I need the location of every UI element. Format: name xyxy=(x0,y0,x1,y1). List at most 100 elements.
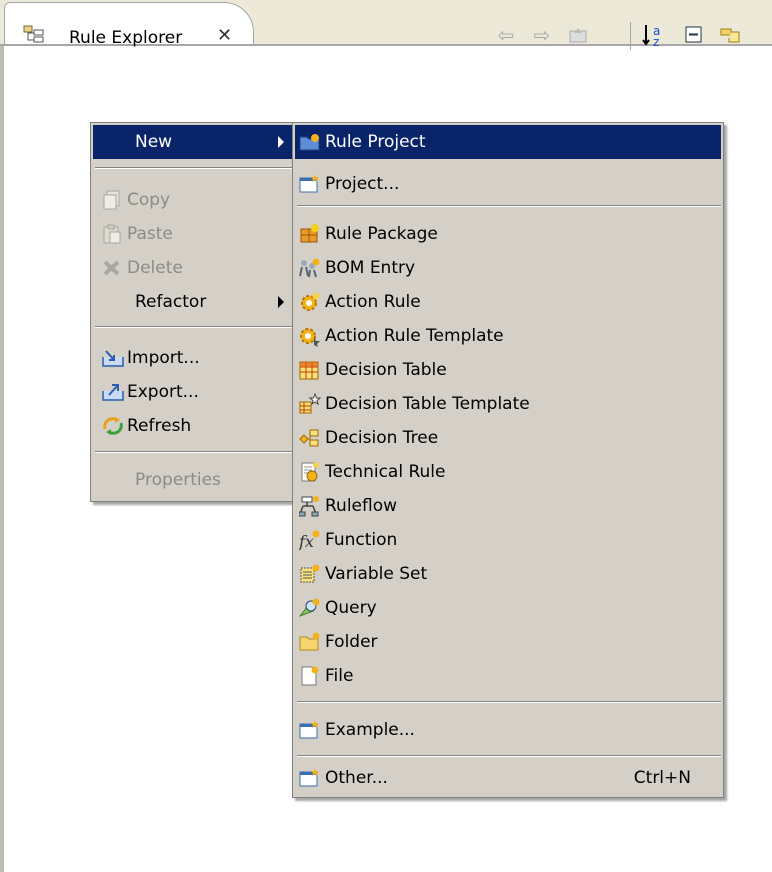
menu-item-ruleflow[interactable]: Ruleflow xyxy=(295,489,721,523)
menu-item-label: File xyxy=(325,666,354,686)
menu-item-query[interactable]: Query xyxy=(295,591,721,625)
menu-item-label: Ruleflow xyxy=(325,496,398,516)
menu-separator xyxy=(95,326,292,328)
menu-item-action-rule[interactable]: Action Rule xyxy=(295,285,721,319)
menu-item-variable-set[interactable]: Variable Set xyxy=(295,557,721,591)
other-icon xyxy=(299,767,321,789)
menu-item-project[interactable]: Project... xyxy=(295,167,721,201)
context-menu: New Copy Paste Delete Refactor Import... xyxy=(90,122,295,502)
query-icon xyxy=(298,597,321,619)
menu-item-import[interactable]: Import... xyxy=(93,341,292,375)
menu-separator xyxy=(95,451,292,453)
back-arrow-icon[interactable]: ⇦ xyxy=(492,22,520,48)
menu-item-copy[interactable]: Copy xyxy=(93,183,292,217)
menu-separator xyxy=(297,755,721,757)
menu-item-function[interactable]: fx Function xyxy=(295,523,721,557)
delete-icon xyxy=(101,257,123,279)
menu-item-new[interactable]: New xyxy=(93,125,292,159)
menu-item-other[interactable]: Other... Ctrl+N xyxy=(295,761,721,795)
menu-item-bom-entry[interactable]: BOM Entry xyxy=(295,251,721,285)
menu-item-folder[interactable]: Folder xyxy=(295,625,721,659)
tab-rule-explorer[interactable]: Rule Explorer ✕ xyxy=(4,2,254,48)
menu-item-label: Rule Project xyxy=(325,132,426,152)
menu-item-label: Example... xyxy=(325,720,415,740)
sort-az-icon[interactable]: az xyxy=(640,22,668,48)
file-icon xyxy=(299,665,321,687)
export-icon xyxy=(101,381,124,403)
menu-separator xyxy=(297,205,721,207)
paste-icon xyxy=(101,223,123,245)
action-rule-template-icon xyxy=(299,325,321,347)
menu-item-label: Query xyxy=(325,598,377,618)
function-icon: fx xyxy=(298,529,321,551)
menu-item-label: Paste xyxy=(127,224,173,244)
up-folder-icon[interactable] xyxy=(564,22,592,48)
view-left-border xyxy=(0,0,4,872)
menu-item-label: Action Rule Template xyxy=(325,326,504,346)
menu-item-label: Decision Table Template xyxy=(325,394,530,414)
menu-item-label: Delete xyxy=(127,258,183,278)
copy-icon xyxy=(101,189,123,211)
menu-item-export[interactable]: Export... xyxy=(93,375,292,409)
menu-item-label: Properties xyxy=(135,470,221,490)
menu-item-label: Import... xyxy=(127,348,200,368)
svg-text:fx: fx xyxy=(299,532,314,551)
bom-entry-icon xyxy=(299,257,321,279)
menu-item-label: New xyxy=(135,132,173,152)
menu-item-delete[interactable]: Delete xyxy=(93,251,292,285)
menu-item-refresh[interactable]: Refresh xyxy=(93,409,292,443)
menu-item-example[interactable]: Example... xyxy=(295,713,721,747)
menu-item-label: Copy xyxy=(127,190,171,210)
svg-text:z: z xyxy=(653,35,659,48)
menu-item-paste[interactable]: Paste xyxy=(93,217,292,251)
menu-item-label: BOM Entry xyxy=(325,258,416,278)
new-submenu: Rule Project Project... Rule Package BOM… xyxy=(292,122,724,798)
menu-item-decision-table-template[interactable]: Decision Table Template xyxy=(295,387,721,421)
menu-item-label: Other... xyxy=(325,768,388,788)
menu-item-properties[interactable]: Properties xyxy=(93,463,292,497)
menu-item-label: Project... xyxy=(325,174,400,194)
menu-item-rule-package[interactable]: Rule Package xyxy=(295,217,721,251)
rule-explorer-icon xyxy=(23,25,44,43)
menu-item-rule-project[interactable]: Rule Project xyxy=(295,125,721,159)
tab-label: Rule Explorer xyxy=(69,28,183,48)
collapse-all-icon[interactable] xyxy=(680,22,708,48)
menu-item-decision-table[interactable]: Decision Table xyxy=(295,353,721,387)
menu-item-label: Refactor xyxy=(135,292,207,312)
menu-item-label: Technical Rule xyxy=(325,462,446,482)
forward-arrow-icon[interactable]: ⇨ xyxy=(528,22,556,48)
import-icon xyxy=(101,347,124,369)
menu-item-label: Variable Set xyxy=(325,564,428,584)
link-with-editor-icon[interactable] xyxy=(718,22,746,48)
decision-table-template-icon xyxy=(299,392,322,415)
example-icon xyxy=(299,719,321,741)
menu-item-refactor[interactable]: Refactor xyxy=(93,285,292,319)
menu-item-label: Action Rule xyxy=(325,292,421,312)
menu-item-label: Decision Table xyxy=(325,360,447,380)
decision-tree-icon xyxy=(299,427,321,449)
decision-table-icon xyxy=(299,359,321,381)
menu-item-label: Rule Package xyxy=(325,224,438,244)
menu-item-label: Export... xyxy=(127,382,199,402)
toolbar-separator xyxy=(630,22,631,50)
menu-item-label: Refresh xyxy=(127,416,192,436)
close-icon[interactable]: ✕ xyxy=(217,25,232,46)
menu-item-label: Decision Tree xyxy=(325,428,439,448)
action-rule-icon xyxy=(299,291,321,313)
menu-item-decision-tree[interactable]: Decision Tree xyxy=(295,421,721,455)
menu-item-technical-rule[interactable]: Technical Rule xyxy=(295,455,721,489)
menu-separator xyxy=(95,167,292,169)
variable-set-icon xyxy=(299,563,321,585)
menu-item-file[interactable]: File xyxy=(295,659,721,693)
view-tab-bar: Rule Explorer ✕ ⇦ ⇨ az xyxy=(0,0,772,50)
menu-item-action-rule-template[interactable]: Action Rule Template xyxy=(295,319,721,353)
submenu-arrow-icon xyxy=(278,296,284,308)
ruleflow-icon xyxy=(298,495,321,517)
project-icon xyxy=(299,173,321,195)
submenu-arrow-icon xyxy=(278,136,284,148)
menu-item-label: Folder xyxy=(325,632,378,652)
rule-project-icon xyxy=(299,131,321,153)
folder-icon xyxy=(299,631,321,653)
refresh-icon xyxy=(101,415,123,437)
rule-package-icon xyxy=(299,223,321,245)
